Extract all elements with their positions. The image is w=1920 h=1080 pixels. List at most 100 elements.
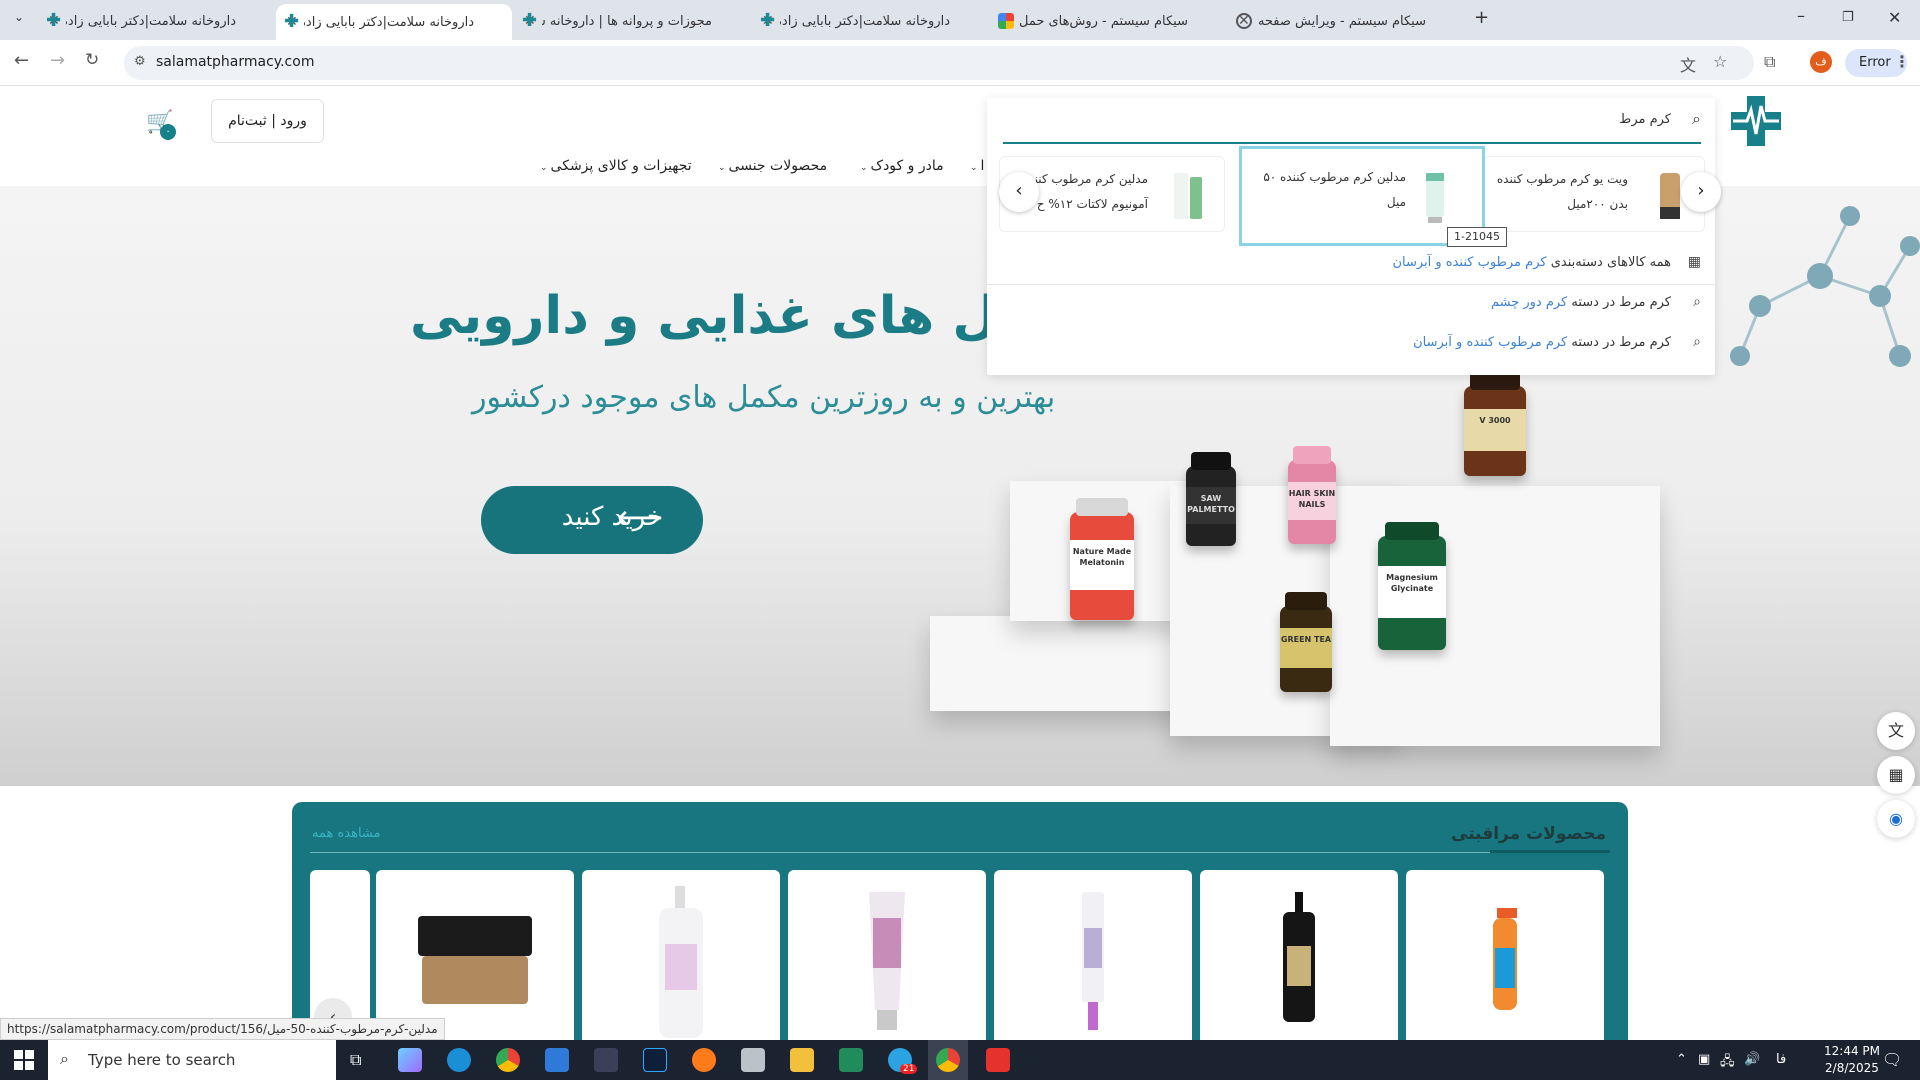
telegram-badge: 21 xyxy=(900,1064,918,1074)
store-icon[interactable] xyxy=(594,1048,618,1072)
notification-icon[interactable]: 🗨 xyxy=(1882,1050,1902,1069)
reload-icon[interactable]: ↻ xyxy=(85,50,99,70)
forward-icon[interactable]: → xyxy=(50,50,65,71)
browser-tab-5[interactable]: ✕ سیکام سیستم - روش‌های حمل و xyxy=(990,5,1226,37)
minimize-icon[interactable]: – xyxy=(1797,6,1805,25)
search-icon[interactable]: ⌕ xyxy=(1692,109,1701,129)
pharmacy-cross-icon: ✚ xyxy=(284,11,300,32)
tab-search-icon[interactable]: ⌄ xyxy=(14,10,24,24)
new-tab-icon[interactable]: + xyxy=(1474,7,1489,28)
pharmacy-cross-icon: ✚ xyxy=(46,10,62,31)
inspector-tooltip: 1-21045 xyxy=(1447,227,1507,247)
file-explorer-icon[interactable] xyxy=(790,1048,814,1072)
translate-float-button[interactable]: 文 xyxy=(1877,712,1915,750)
grid-icon: ▦ xyxy=(1687,254,1701,270)
bookmark-star-icon[interactable]: ☆ xyxy=(1713,52,1727,71)
browser-tab-4[interactable]: ✕ داروخانه سلامت|دکتر بابایی زاده ✚ xyxy=(752,5,988,37)
browser-tab-1[interactable]: ✕ داروخانه سلامت|دکتر بابایی زاده ✚ xyxy=(38,5,274,37)
browser-tab-2[interactable]: ✕ داروخانه سلامت|دکتر بابایی زاده ✚ xyxy=(276,4,512,40)
url-text: salamatpharmacy.com xyxy=(156,54,315,70)
tab-title: داروخانه سلامت|دکتر بابایی زاده xyxy=(780,13,950,29)
tray-chevron-up-icon[interactable]: ⌃ xyxy=(1676,1052,1687,1067)
chevron-right-icon: › xyxy=(1697,180,1705,201)
row-link[interactable]: کرم مرطوب کننده و آبرسان xyxy=(1413,335,1567,350)
windows-taskbar: ⌕ Type here to search ⧉ 21 ⌃ ▣ 🖧 🔊 فا 12… xyxy=(0,1040,1920,1080)
menu-label: تجهیزات و کالای پزشکی xyxy=(550,158,692,174)
app-icon[interactable] xyxy=(839,1048,863,1072)
menu-dots-icon[interactable]: ⋮ xyxy=(1894,52,1910,71)
translate-icon: 文 xyxy=(1887,721,1904,740)
network-icon[interactable]: 🖧 xyxy=(1720,1052,1735,1074)
carousel-prev-button[interactable]: ‹ xyxy=(999,172,1039,212)
taskbar-search-placeholder: Type here to search xyxy=(88,1051,236,1069)
chrome-active-icon[interactable] xyxy=(936,1048,960,1072)
row-link[interactable]: کرم دور چشم xyxy=(1491,295,1567,310)
user-app-icon[interactable] xyxy=(741,1048,765,1072)
melatonin-bottle: Nature Made Melatonin xyxy=(1070,498,1134,620)
pharmacy-cross-icon: ✚ xyxy=(760,10,776,31)
photoshop-icon[interactable] xyxy=(643,1048,667,1072)
pump-bottle-image xyxy=(659,886,703,1038)
chat-float-button[interactable]: ◉ xyxy=(1877,800,1915,838)
chrome-icon[interactable] xyxy=(496,1048,520,1072)
taskbar-search[interactable]: ⌕ Type here to search xyxy=(48,1040,336,1080)
menu-item-medical-equipment[interactable]: تجهیزات و کالای پزشکی⌄ xyxy=(540,158,692,180)
search-icon: ⌕ xyxy=(1693,334,1701,350)
chevron-down-icon: ⌄ xyxy=(970,163,978,173)
menu-item-mother-child[interactable]: مادر و کودک⌄ xyxy=(860,158,944,180)
tray-app-icon[interactable]: ▣ xyxy=(1698,1052,1710,1067)
suggestion-card[interactable]: ویت یو کرم مرطوب کننده بدن ۲۰۰میل xyxy=(1483,156,1705,232)
clock-time: 12:44 PM xyxy=(1824,1044,1880,1058)
copilot-icon[interactable] xyxy=(398,1048,422,1072)
spray-bottle-image xyxy=(1493,908,1517,1010)
task-view-icon[interactable]: ⧉ xyxy=(350,1050,361,1070)
divider xyxy=(987,284,1715,285)
close-window-icon[interactable]: ✕ xyxy=(1888,8,1901,27)
menu-item-sexual-products[interactable]: محصولات جنسی⌄ xyxy=(718,158,827,180)
bottle-label: Magnesium Glycinate xyxy=(1378,565,1446,619)
profile-avatar[interactable]: ف xyxy=(1810,51,1832,73)
edge-icon[interactable] xyxy=(447,1048,471,1072)
carousel-next-button[interactable]: › xyxy=(1681,172,1721,212)
extensions-icon[interactable]: ⧉ xyxy=(1764,52,1775,72)
hero-subtitle: بهترین و به روزترین مکمل های موجود درکشو… xyxy=(472,380,1056,415)
login-register-button[interactable]: ورود | ثبت‌نام xyxy=(211,99,324,143)
search-underline xyxy=(1003,142,1701,144)
product-thumbnail xyxy=(1426,173,1444,223)
pharmacy-logo[interactable] xyxy=(1729,94,1783,148)
volume-icon[interactable]: 🔊 xyxy=(1744,1052,1760,1067)
tab-title: داروخانه سلامت|دکتر بابایی زاده xyxy=(66,13,236,29)
restore-icon[interactable]: ❐ xyxy=(1842,10,1854,25)
cream-jar-image xyxy=(418,916,532,1004)
translate-icon[interactable]: 文 xyxy=(1680,52,1696,76)
category-suggestion-row[interactable]: ⌕ کرم مرط در دسته کرم دور چشم xyxy=(1491,294,1701,318)
mail-icon[interactable] xyxy=(545,1048,569,1072)
row-link[interactable]: کرم مرطوب کننده و آبرسان xyxy=(1392,255,1546,270)
shop-now-button[interactable]: خرید کنید ⟵ xyxy=(481,486,703,554)
site-settings-icon[interactable]: ⚙ xyxy=(134,54,146,69)
title-underline xyxy=(1490,850,1610,853)
category-suggestion-row[interactable]: ▦ همه کالاهای دسته‌بندی کرم مرطوب کننده و… xyxy=(1392,254,1701,278)
arrow-left-icon: ⟵ xyxy=(617,498,663,536)
menu-label: مادر و کودک xyxy=(870,158,944,174)
back-icon[interactable]: ← xyxy=(14,50,29,71)
menu-item-partial[interactable]: ا⌄ xyxy=(970,158,984,180)
care-products-section: محصولات مراقبتی مشاهده همه ‹ xyxy=(292,802,1628,1070)
language-indicator[interactable]: فا xyxy=(1776,1052,1786,1067)
system-clock[interactable]: 12:44 PM 2/8/2025 xyxy=(1812,1043,1892,1077)
windows-start-icon[interactable] xyxy=(14,1050,34,1070)
firefox-icon[interactable] xyxy=(692,1048,716,1072)
browser-toolbar: ← → ↻ ⚙ salamatpharmacy.com 文 ☆ ⧉ ف Erro… xyxy=(0,40,1920,86)
suggestion-title: مدلین کرم مرطوب کننده ۵۰ میل xyxy=(1263,170,1406,209)
address-bar[interactable]: ⚙ salamatpharmacy.com xyxy=(124,46,1754,80)
anydesk-icon[interactable] xyxy=(986,1048,1010,1072)
view-all-link[interactable]: مشاهده همه xyxy=(312,826,381,841)
browser-tab-3[interactable]: ✕ مجوزات و پروانه ها | داروخانه سلا ✚ xyxy=(514,5,750,37)
molecule-decoration xyxy=(1730,206,1920,367)
bottle-label: V 3000 xyxy=(1464,409,1526,451)
category-suggestion-row[interactable]: ⌕ کرم مرط در دسته کرم مرطوب کننده و آبرسا… xyxy=(1413,334,1701,358)
search-input[interactable]: کرم مرط xyxy=(1619,112,1671,127)
browser-tab-6[interactable]: ✕ سیکام سیستم - ویرایش صفحه xyxy=(1228,5,1464,37)
error-label: Error xyxy=(1859,55,1891,70)
apps-float-button[interactable]: ▦ xyxy=(1877,756,1915,794)
